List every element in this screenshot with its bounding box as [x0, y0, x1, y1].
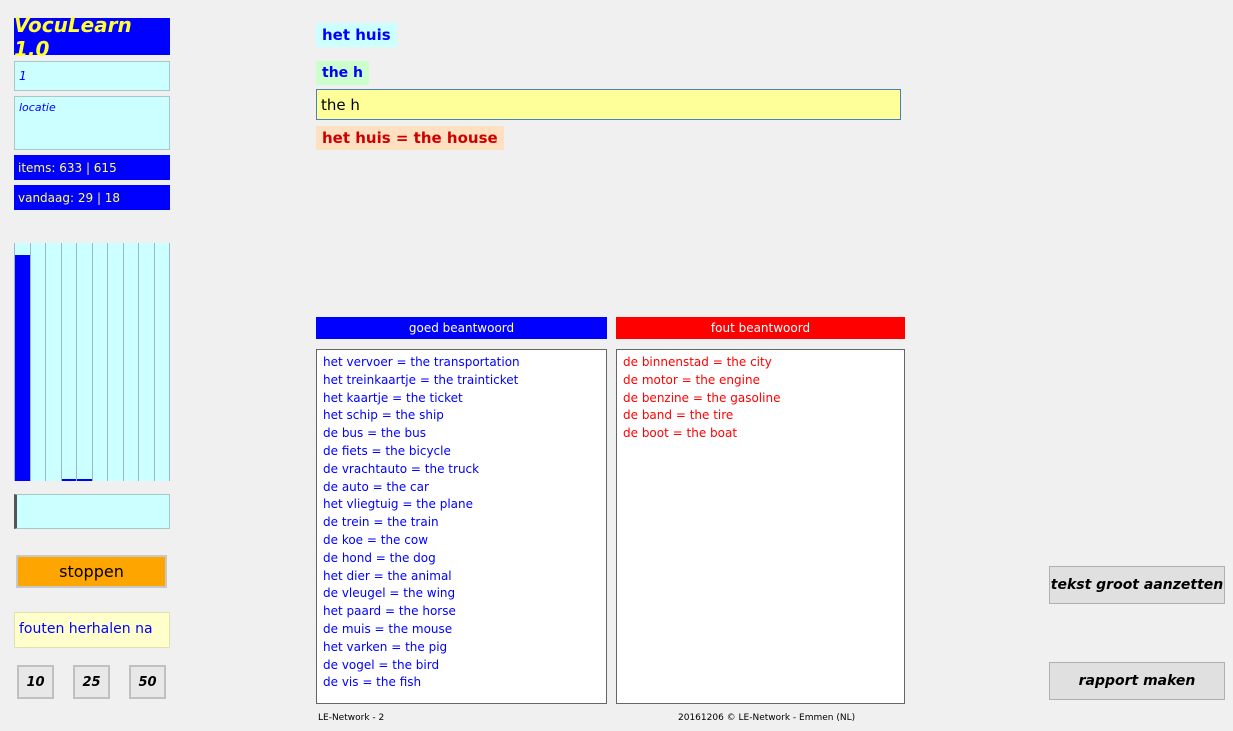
good-answer-item: het vervoer = the transportation	[323, 355, 520, 369]
wrong-answers-list[interactable]: de binnenstad = the city de motor = the e…	[616, 349, 905, 704]
good-answer-item: het treinkaartje = the trainticket	[323, 372, 519, 387]
good-answer-item: het varken = the pig	[323, 639, 448, 654]
progress-bar-chart	[14, 243, 170, 481]
large-text-button[interactable]: tekst groot aanzetten	[1049, 566, 1225, 604]
progress-bar-column	[154, 243, 170, 481]
progress-bar-column	[139, 243, 155, 481]
good-answer-item: de vleugel = the wing	[323, 586, 456, 601]
repeat-50-button[interactable]: 50	[129, 665, 166, 699]
progress-bar-column	[123, 243, 139, 481]
app-title: VocuLearn 1.0	[14, 13, 170, 61]
good-answer-item: de koe = the cow	[323, 532, 429, 547]
progress-bar-fill	[15, 254, 30, 481]
location-field[interactable]: locatie	[14, 96, 170, 150]
progress-bar-column	[108, 243, 124, 481]
good-answer-item: de hond = the dog	[323, 550, 436, 565]
report-button[interactable]: rapport maken	[1049, 662, 1225, 700]
wrong-answer-item: de binnenstad = the city	[623, 355, 772, 369]
good-answer-item: het vliegtuig = the plane	[323, 497, 474, 512]
good-answer-item: het dier = the animal	[323, 568, 452, 583]
good-answers-header: goed beantwoord	[316, 317, 607, 339]
question-word: het huis	[316, 23, 397, 47]
input-field[interactable]	[14, 494, 170, 529]
items-counter: items: 633 | 615	[14, 155, 170, 180]
good-answer-item: het kaartje = the ticket	[323, 390, 463, 405]
progress-bar-column	[77, 243, 93, 481]
progress-bar-fill	[61, 478, 76, 481]
repeat-25-button[interactable]: 25	[73, 665, 110, 699]
good-answer-item: de fiets = the bicycle	[323, 443, 451, 458]
good-answers-list[interactable]: het vervoer = the transportation het trei…	[316, 349, 607, 704]
lesson-field[interactable]: 1	[14, 61, 170, 91]
repeat-10-button[interactable]: 10	[17, 665, 54, 699]
good-answer-item: de vrachtauto = the truck	[323, 461, 480, 476]
good-answer-item: de trein = the train	[323, 515, 439, 530]
good-answer-item: de bus = the bus	[323, 426, 426, 441]
good-answer-item: de vis = the fish	[323, 675, 422, 690]
today-counter: vandaag: 29 | 18	[14, 185, 170, 210]
footer-copyright: 20161206 © LE-Network - Emmen (NL)	[678, 713, 856, 723]
footer-left: LE-Network - 2	[318, 713, 385, 723]
good-answer-item: de auto = the car	[323, 479, 429, 494]
good-answer-item: het schip = the ship	[323, 408, 444, 423]
progress-bar-column	[30, 243, 46, 481]
wrong-answer-item: de boot = the boat	[623, 426, 738, 441]
feedback-correct-answer: het huis = the house	[316, 126, 504, 150]
repeat-errors-label: fouten herhalen na	[14, 612, 170, 648]
progress-bar-column	[92, 243, 108, 481]
progress-bar-column	[46, 243, 62, 481]
progress-bar-column	[61, 243, 77, 481]
answer-input[interactable]	[316, 89, 901, 120]
typed-hint: the h	[316, 61, 369, 85]
wrong-answers-header: fout beantwoord	[616, 317, 905, 339]
progress-bar-fill	[77, 478, 92, 481]
good-answer-item: het paard = the horse	[323, 604, 456, 619]
wrong-answer-item: de benzine = the gasoline	[623, 390, 781, 405]
wrong-answer-item: de band = the tire	[623, 408, 734, 423]
stop-button[interactable]: stoppen	[16, 555, 167, 588]
good-answer-item: de muis = the mouse	[323, 621, 453, 636]
good-answer-item: de vogel = the bird	[323, 657, 440, 672]
wrong-answer-item: de motor = the engine	[623, 372, 760, 387]
progress-bar-column	[14, 243, 31, 481]
